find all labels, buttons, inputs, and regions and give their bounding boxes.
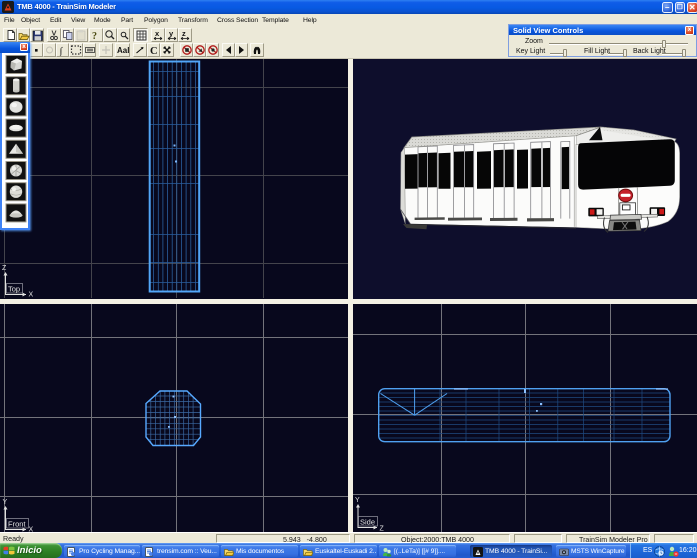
svg-text:Side: Side bbox=[360, 518, 375, 527]
svg-text:Z: Z bbox=[2, 265, 7, 272]
svg-text:Y: Y bbox=[355, 497, 360, 504]
svg-text:y: y bbox=[169, 29, 174, 38]
svg-text:x: x bbox=[155, 29, 160, 38]
svg-text:Top: Top bbox=[8, 285, 20, 294]
svg-text:C: C bbox=[150, 46, 158, 56]
svg-text:Front: Front bbox=[8, 520, 26, 529]
svg-text:z: z bbox=[182, 29, 186, 38]
svg-text:Aal: Aal bbox=[117, 46, 129, 55]
svg-text:X: X bbox=[29, 292, 34, 299]
svg-text:Y: Y bbox=[3, 499, 8, 506]
svg-text:∫: ∫ bbox=[59, 46, 64, 56]
svg-text:?: ? bbox=[92, 31, 97, 41]
